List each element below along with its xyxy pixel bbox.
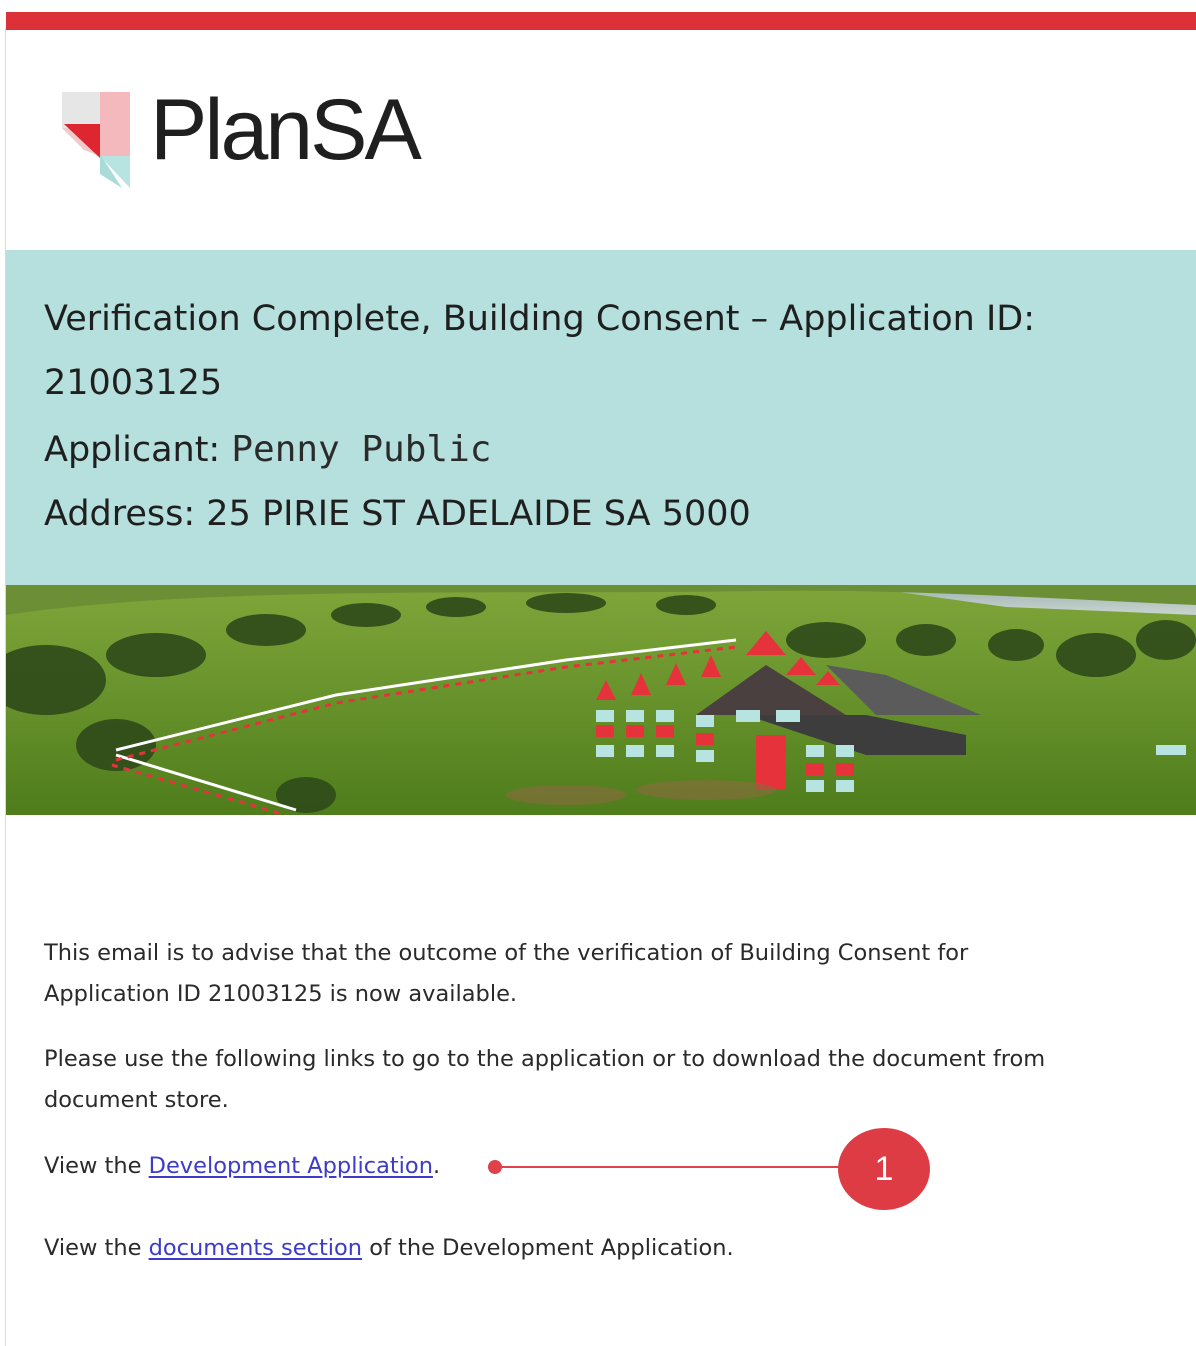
application-header: Verification Complete, Building Consent … xyxy=(6,250,1196,585)
applicant-label: Applicant: xyxy=(44,430,232,470)
page-title: Verification Complete, Building Consent … xyxy=(44,299,1036,339)
brand-top-bar xyxy=(6,12,1196,30)
callout-dot xyxy=(488,1160,502,1174)
hero-image xyxy=(6,585,1196,815)
applicant-name: Penny Public xyxy=(231,429,492,470)
applicant-line: Applicant: Penny Public xyxy=(44,432,491,468)
instructions-paragraph: Please use the following links to go to … xyxy=(44,1039,1045,1121)
view-application-line: View the Development Application. xyxy=(44,1146,440,1187)
plansa-logo: PlanSA xyxy=(62,82,442,188)
development-application-link[interactable]: Development Application xyxy=(149,1153,433,1179)
callout-number-badge: 1 xyxy=(838,1128,930,1210)
view-prefix: View the xyxy=(44,1235,149,1261)
intro-line-1: This email is to advise that the outcome… xyxy=(44,940,969,966)
address-line: Address: 25 PIRIE ST ADELAIDE SA 5000 xyxy=(44,494,751,534)
intro-line-2: Application ID 21003125 is now available… xyxy=(44,981,518,1007)
email-message: PlanSA Verification Complete, Building C… xyxy=(0,0,1196,1346)
instructions-line-1: Please use the following links to go to … xyxy=(44,1046,1046,1072)
view-suffix: . xyxy=(432,1153,441,1179)
callout-connector xyxy=(494,1166,842,1168)
application-id: 21003125 xyxy=(44,363,223,403)
view-suffix: of the Development Application. xyxy=(362,1235,734,1261)
brand-name: PlanSA xyxy=(150,82,422,178)
intro-paragraph: This email is to advise that the outcome… xyxy=(44,933,968,1015)
documents-section-link[interactable]: documents section xyxy=(149,1235,362,1261)
instructions-line-2: document store. xyxy=(44,1087,229,1113)
plansa-logo-mark-icon xyxy=(62,92,130,188)
view-prefix: View the xyxy=(44,1153,149,1179)
view-documents-line: View the documents section of the Develo… xyxy=(44,1228,734,1269)
